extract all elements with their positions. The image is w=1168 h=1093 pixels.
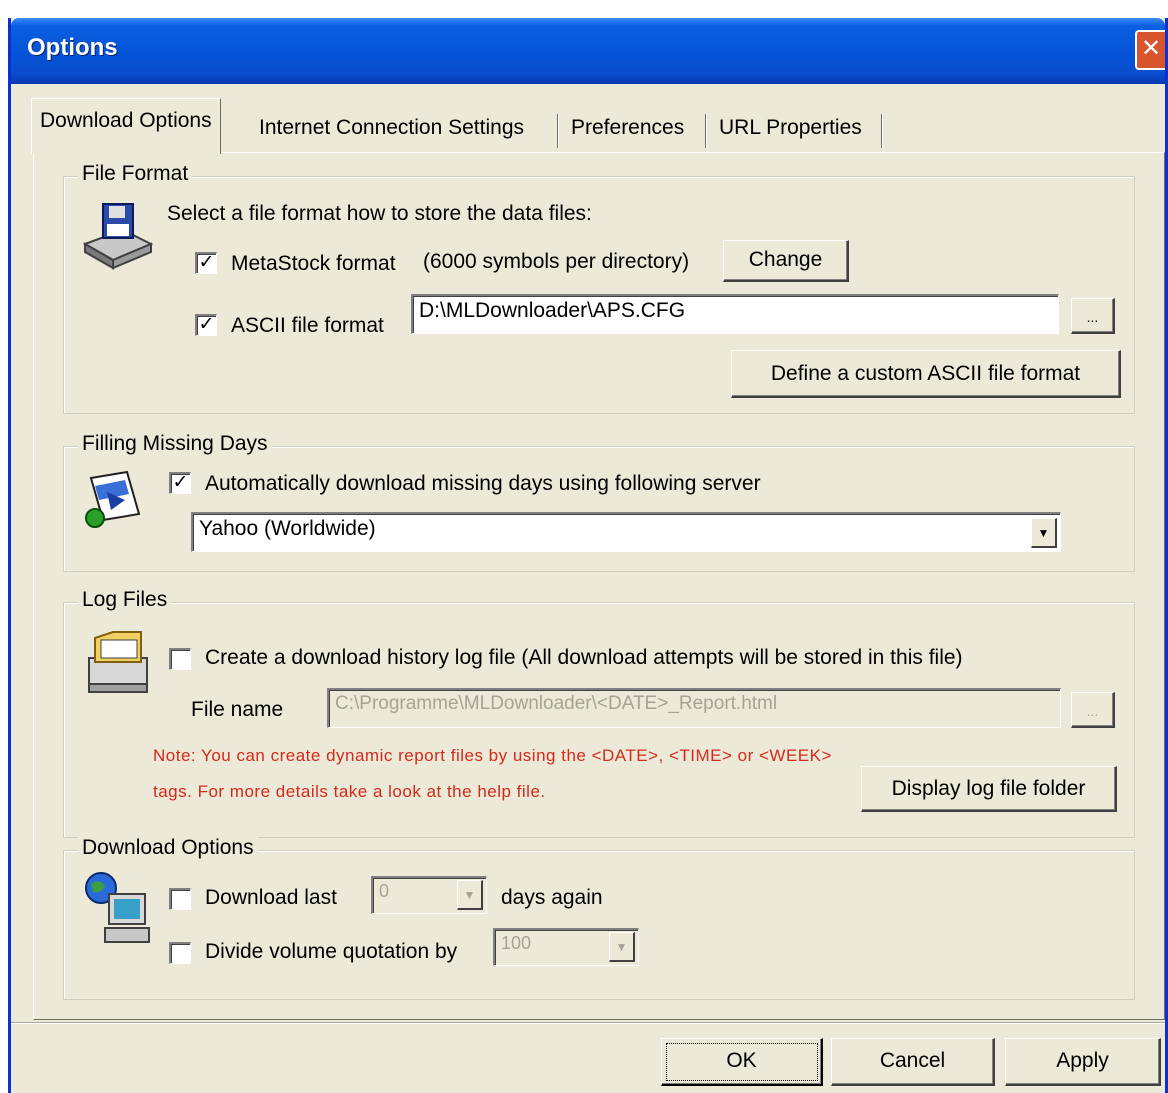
server-select[interactable]: Yahoo (Worldwide) — [191, 512, 1061, 552]
filling-missing-days-group: Filling Missing Days — [63, 432, 1135, 572]
tab-separator — [881, 114, 883, 148]
disk-drive-icon — [82, 203, 154, 270]
globe-computer-icon — [85, 872, 150, 943]
log-file-browse-button[interactable]: ... — [1071, 692, 1115, 728]
metastock-format-label[interactable]: MetaStock format — [231, 252, 396, 276]
download-last-days-arrow[interactable]: ▼ — [457, 880, 483, 910]
file-name-label: File name — [191, 698, 284, 721]
log-files-title: Log Files — [78, 588, 172, 612]
ok-button[interactable]: OK — [661, 1038, 823, 1086]
change-button[interactable]: Change — [723, 240, 849, 282]
create-log-file-checkbox[interactable] — [169, 648, 191, 670]
tab-separator — [557, 114, 559, 148]
window-title: Options — [27, 34, 118, 61]
define-custom-ascii-format-button[interactable]: Define a custom ASCII file format — [731, 350, 1121, 398]
ascii-browse-button[interactable]: ... — [1071, 298, 1115, 334]
tab-separator — [705, 114, 707, 148]
close-button[interactable]: ✕ — [1135, 30, 1165, 70]
dynamic-report-note-line-2: tags. For more details take a look at th… — [153, 782, 546, 801]
title-bar[interactable]: Options ✕ — [11, 18, 1165, 84]
download-options-group: Download Options — [63, 836, 1135, 1000]
filling-missing-days-title: Filling Missing Days — [78, 432, 272, 456]
ascii-format-checkbox[interactable]: ✓ — [195, 314, 217, 336]
ascii-config-path-field[interactable]: D:\MLDownloader\APS.CFG — [411, 294, 1059, 334]
footer-separator — [11, 1022, 1165, 1024]
metastock-symbols-note: (6000 symbols per directory) — [423, 250, 690, 273]
create-log-file-label[interactable]: Create a download history log file (All … — [205, 646, 963, 670]
refresh-document-icon — [85, 470, 141, 528]
download-last-checkbox[interactable] — [169, 888, 191, 910]
tab-preferences[interactable]: Preferences — [563, 106, 692, 152]
server-select-arrow[interactable]: ▼ — [1031, 518, 1057, 548]
options-dialog: Options ✕ Download Options Internet Conn… — [8, 18, 1168, 1093]
download-options-title: Download Options — [78, 836, 258, 860]
tab-download-options[interactable]: Download Options — [31, 98, 221, 154]
auto-download-missing-days-checkbox[interactable]: ✓ — [169, 472, 191, 494]
display-log-file-folder-button[interactable]: Display log file folder — [861, 766, 1117, 812]
divide-volume-label[interactable]: Divide volume quotation by — [205, 940, 457, 964]
auto-download-missing-days-label[interactable]: Automatically download missing days usin… — [205, 472, 761, 496]
file-format-title: File Format — [78, 162, 193, 186]
dynamic-report-note-line-1: Note: You can create dynamic report file… — [153, 746, 832, 765]
log-file-name-field[interactable]: C:\Programme\MLDownloader\<DATE>_Report.… — [327, 688, 1061, 728]
divide-volume-checkbox[interactable] — [169, 942, 191, 964]
divide-volume-arrow[interactable]: ▼ — [609, 932, 635, 962]
cancel-button[interactable]: Cancel — [831, 1038, 995, 1086]
apply-button[interactable]: Apply — [1005, 1038, 1161, 1086]
metastock-format-checkbox[interactable]: ✓ — [195, 252, 217, 274]
ascii-format-label[interactable]: ASCII file format — [231, 314, 384, 338]
days-again-label: days again — [501, 886, 603, 909]
file-format-description: Select a file format how to store the da… — [167, 202, 592, 225]
download-last-label[interactable]: Download last — [205, 886, 337, 910]
folder-printer-icon — [88, 631, 148, 693]
tab-internet-connection-settings[interactable]: Internet Connection Settings — [251, 106, 532, 152]
tab-url-properties[interactable]: URL Properties — [711, 106, 870, 152]
